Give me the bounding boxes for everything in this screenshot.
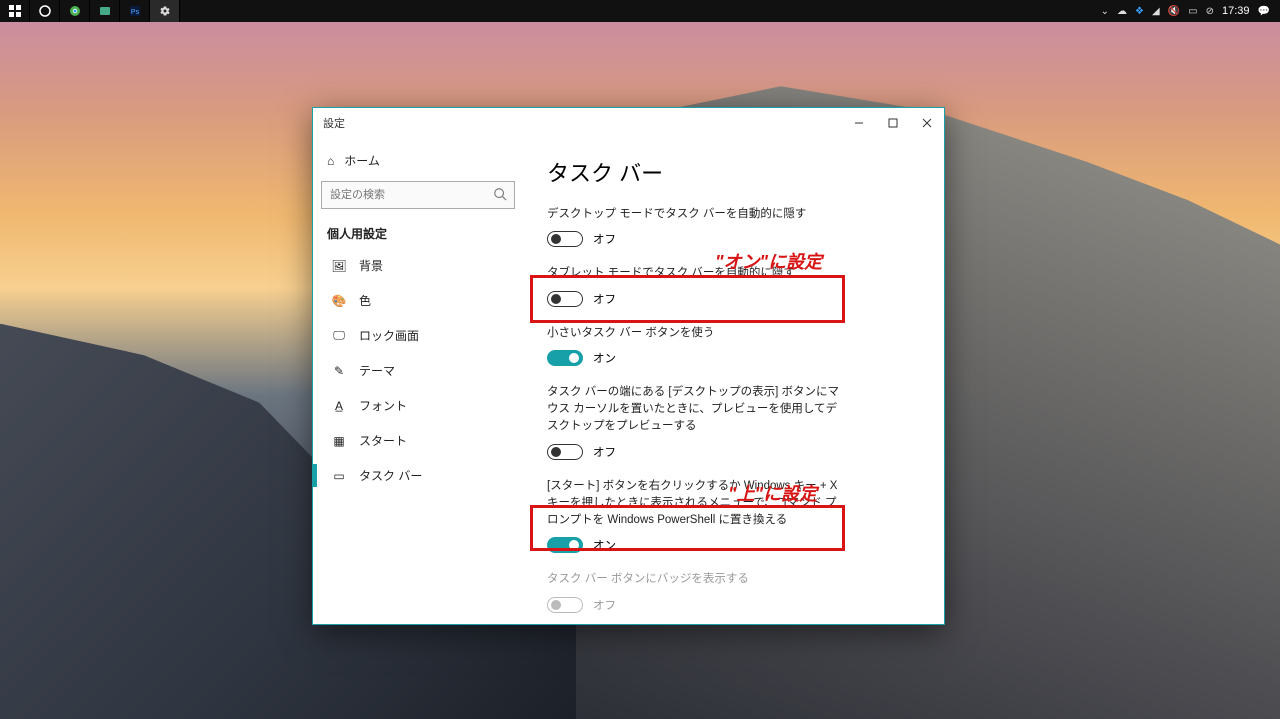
tray-input-icon[interactable]: ⊘ [1206,6,1214,17]
toggle-state: オン [593,350,616,366]
toggle-state: オフ [593,231,616,247]
toggle-small-buttons[interactable] [547,350,583,366]
toggle-state: オフ [593,291,616,307]
svg-text:Ps: Ps [130,9,139,16]
cortana-button[interactable] [30,0,60,22]
sidebar-home-label: ホーム [344,152,380,169]
sidebar-item-taskbar[interactable]: ▭ タスク バー [313,458,523,493]
search-input[interactable] [321,181,515,209]
tray-chevron-icon[interactable]: ⌄ [1101,6,1109,17]
sidebar-item-label: テーマ [359,362,395,379]
sidebar-item-lockscreen[interactable]: 🖵 ロック画面 [313,318,523,353]
settings-content: タスク バー デスクトップ モードでタスク バーを自動的に隠す オフ タブレット… [523,138,944,624]
toggle-state: オフ [593,597,616,613]
sidebar-item-colors[interactable]: 🎨 色 [313,283,523,318]
toggle-powershell-replace[interactable] [547,537,583,553]
setting-label: タスク バーの端にある [デスクトップの表示] ボタンにマウス カーソルを置いた… [547,384,847,436]
page-title: タスク バー [547,156,920,188]
tray-wifi-icon[interactable]: ◢ [1152,6,1160,17]
section-header: 個人用設定 [313,215,523,248]
sidebar-item-label: タスク バー [359,467,422,484]
taskbar-icon: ▭ [331,469,347,483]
toggle-state: オン [593,537,616,553]
fonts-icon: A̲ [331,399,347,413]
clock[interactable]: 17:39 [1222,5,1250,17]
search-icon [493,187,507,204]
settings-window: 設定 ⌂ ホーム 個人用設定 🖼 背景 [312,107,945,625]
sidebar-item-label: 背景 [359,257,383,274]
system-tray: ⌄ ☁ ❖ ◢ 🔇 ▭ ⊘ 17:39 💬 [1101,5,1280,17]
sidebar-item-label: フォント [359,397,407,414]
tray-mute-icon[interactable]: 🔇 [1168,6,1180,17]
start-button[interactable] [0,0,30,22]
sidebar-item-label: 色 [359,292,371,309]
system-taskbar: Ps ⌄ ☁ ❖ ◢ 🔇 ▭ ⊘ 17:39 💬 [0,0,1280,22]
window-title: 設定 [323,115,345,131]
toggle-autohide-desktop[interactable] [547,231,583,247]
sidebar-item-background[interactable]: 🖼 背景 [313,248,523,283]
tray-onedrive-icon[interactable]: ☁ [1117,6,1127,17]
close-button[interactable] [910,108,944,138]
tray-bluetooth-icon[interactable]: ❖ [1135,6,1144,17]
sidebar-item-start[interactable]: ▦ スタート [313,423,523,458]
lockscreen-icon: 🖵 [331,328,347,343]
themes-icon: ✎ [331,364,347,378]
toggle-peek-desktop[interactable] [547,444,583,460]
tray-battery-icon[interactable]: ▭ [1188,6,1197,17]
sidebar-home[interactable]: ⌂ ホーム [313,146,523,175]
annotation-text: "オン"に設定 [715,248,822,274]
toggle-state: オフ [593,444,616,460]
sidebar: ⌂ ホーム 個人用設定 🖼 背景 🎨 色 🖵 [313,138,523,624]
colors-icon: 🎨 [331,294,347,308]
chrome-icon[interactable] [60,0,90,22]
setting-label: タスク バー ボタンにバッジを表示する [547,571,920,588]
settings-app-icon[interactable] [150,0,180,22]
toggle-badges [547,597,583,613]
toggle-autohide-tablet[interactable] [547,291,583,307]
titlebar: 設定 [313,108,944,138]
background-icon: 🖼 [331,259,347,273]
minimize-button[interactable] [842,108,876,138]
setting-label: デスクトップ モードでタスク バーを自動的に隠す [547,206,920,223]
action-center-icon[interactable]: 💬 [1258,6,1270,17]
sidebar-item-label: スタート [359,432,407,449]
annotation-text: "上"に設定 [728,480,817,506]
home-icon: ⌂ [327,154,334,168]
setting-label: 小さいタスク バー ボタンを使う [547,325,920,342]
maximize-button[interactable] [876,108,910,138]
photoshop-icon[interactable]: Ps [120,0,150,22]
taskbar-left: Ps [0,0,180,22]
sidebar-item-themes[interactable]: ✎ テーマ [313,353,523,388]
sidebar-item-fonts[interactable]: A̲ フォント [313,388,523,423]
sidebar-item-label: ロック画面 [359,327,419,344]
start-icon: ▦ [331,434,347,448]
pinned-app-icon[interactable] [90,0,120,22]
